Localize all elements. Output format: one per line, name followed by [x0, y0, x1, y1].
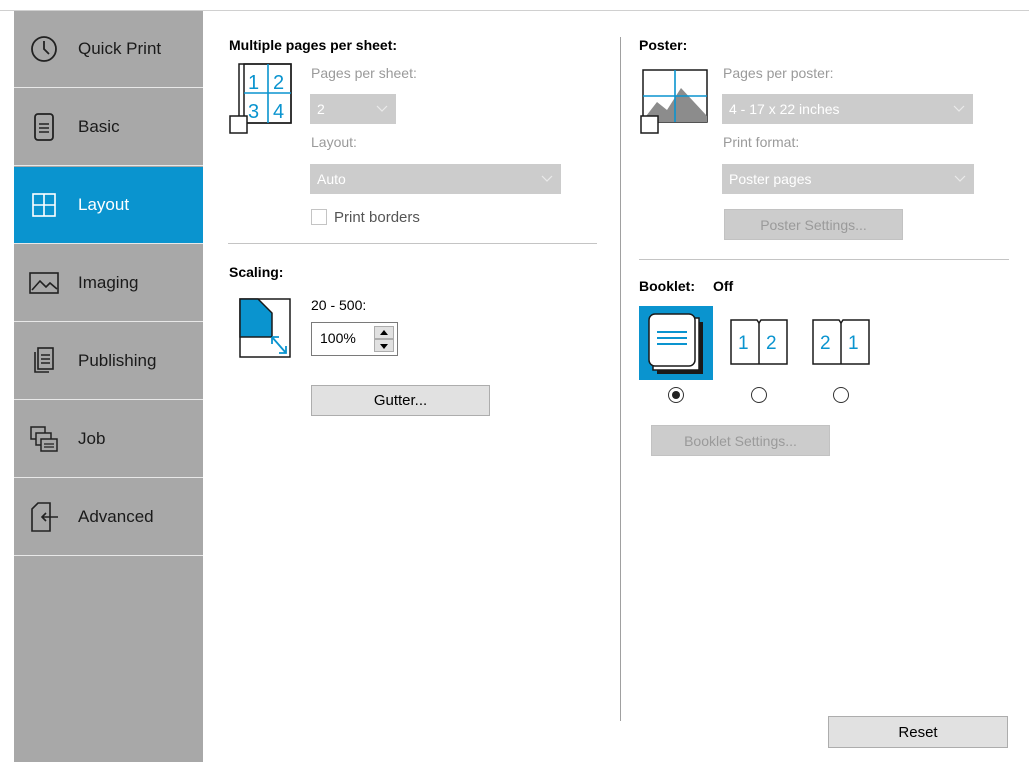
layout-label: Layout:	[311, 134, 357, 150]
sidebar-item-layout[interactable]: Layout	[14, 167, 203, 244]
icon-digit: 2	[766, 333, 777, 354]
layout-value: Auto	[317, 171, 346, 187]
chevron-down-icon	[541, 175, 553, 182]
gutter-button[interactable]: Gutter...	[311, 385, 490, 416]
advanced-arrow-icon	[26, 499, 62, 535]
print-borders-checkbox[interactable]	[311, 209, 327, 225]
booklet-left-radio[interactable]	[751, 387, 767, 403]
booklet-right-radio[interactable]	[833, 387, 849, 403]
pages-per-poster-dropdown[interactable]: 4 - 17 x 22 inches	[722, 94, 973, 124]
icon-digit: 1	[248, 72, 259, 94]
booklet-settings-button[interactable]: Booklet Settings...	[651, 425, 830, 456]
poster-title: Poster:	[639, 37, 688, 53]
scaling-icon	[238, 297, 294, 361]
clock-icon	[26, 31, 62, 67]
document-icon	[26, 109, 62, 145]
print-format-dropdown[interactable]: Poster pages	[722, 164, 974, 194]
poster-icon	[639, 66, 711, 144]
sidebar-item-quick-print[interactable]: Quick Print	[14, 11, 203, 88]
multiple-pages-title: Multiple pages per sheet:	[229, 37, 398, 53]
sidebar-item-label: Basic	[78, 117, 120, 136]
multiple-pages-icon: 1 2 3 4	[228, 61, 294, 141]
sidebar-item-imaging[interactable]: Imaging	[14, 245, 203, 322]
publishing-icon	[26, 343, 62, 379]
sidebar: Quick Print Basic Layout Imaging Publish…	[14, 11, 203, 762]
booklet-right-binding-icon: 2 1	[812, 319, 870, 365]
sidebar-item-label: Quick Print	[78, 39, 162, 58]
print-format-label: Print format:	[723, 134, 800, 150]
column-divider	[620, 37, 621, 721]
pages-per-poster-label: Pages per poster:	[723, 65, 834, 81]
sidebar-item-publishing[interactable]: Publishing	[14, 323, 203, 400]
sidebar-item-basic[interactable]: Basic	[14, 89, 203, 166]
image-icon	[26, 265, 62, 301]
pages-per-poster-value: 4 - 17 x 22 inches	[729, 101, 840, 117]
sidebar-item-label: Job	[78, 429, 106, 448]
job-stack-icon	[26, 421, 62, 457]
print-borders-label: Print borders	[334, 209, 420, 226]
booklet-option-left[interactable]: 1 2	[729, 316, 789, 370]
section-divider	[639, 259, 1009, 260]
reset-button[interactable]: Reset	[828, 716, 1008, 748]
section-divider	[228, 243, 597, 244]
layout-dropdown[interactable]: Auto	[310, 164, 561, 194]
booklet-option-right[interactable]: 2 1	[811, 316, 871, 370]
sidebar-item-label: Imaging	[78, 273, 139, 292]
spin-up-button[interactable]	[374, 326, 394, 339]
pages-per-sheet-label: Pages per sheet:	[311, 65, 417, 81]
print-format-value: Poster pages	[729, 171, 812, 187]
scaling-value: 100%	[320, 330, 356, 346]
booklet-state: Off	[713, 278, 734, 294]
booklet-off-radio[interactable]	[668, 387, 684, 403]
triangle-down-icon	[380, 344, 388, 349]
booklet-off-icon	[648, 313, 703, 374]
booklet-left-binding-icon: 1 2	[730, 319, 788, 365]
scaling-input[interactable]: 100%	[311, 322, 398, 356]
booklet-option-off[interactable]	[639, 306, 713, 380]
chevron-down-icon	[953, 105, 965, 112]
layout-grid-icon	[26, 187, 62, 223]
icon-digit: 1	[738, 333, 749, 354]
icon-digit: 2	[273, 72, 284, 94]
icon-digit: 3	[248, 101, 259, 123]
booklet-title: Booklet:	[639, 278, 695, 294]
triangle-up-icon	[380, 330, 388, 335]
sidebar-item-job[interactable]: Job	[14, 401, 203, 478]
sidebar-item-label: Advanced	[78, 507, 154, 526]
pages-per-sheet-value: 2	[317, 101, 325, 117]
spin-down-button[interactable]	[374, 339, 394, 352]
icon-digit: 1	[848, 333, 859, 354]
sidebar-item-label: Layout	[78, 195, 130, 214]
chevron-down-icon	[376, 105, 388, 112]
icon-digit: 2	[820, 333, 831, 354]
icon-digit: 4	[273, 101, 284, 123]
chevron-down-icon	[954, 175, 966, 182]
pages-per-sheet-dropdown[interactable]: 2	[310, 94, 396, 124]
sidebar-item-advanced[interactable]: Advanced	[14, 479, 203, 556]
poster-settings-button[interactable]: Poster Settings...	[724, 209, 903, 240]
sidebar-item-label: Publishing	[78, 351, 157, 370]
scaling-range-label: 20 - 500:	[311, 297, 367, 313]
scaling-title: Scaling:	[229, 264, 284, 280]
